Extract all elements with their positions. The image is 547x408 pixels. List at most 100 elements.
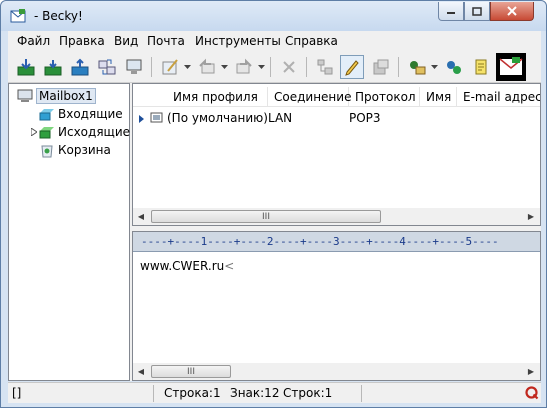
tree-item-label: Корзина (58, 143, 111, 157)
minimize-button[interactable] (438, 2, 464, 21)
cell-connection[interactable]: LAN (268, 111, 292, 125)
status-line: Строка:1 (164, 386, 221, 400)
column-header-profile-name[interactable]: Имя профиля (167, 87, 268, 107)
scrollbar-thumb[interactable]: III (151, 365, 231, 378)
menu-file[interactable]: Файл (17, 34, 50, 48)
menu-mail[interactable]: Почта (147, 34, 185, 48)
mail-logo-icon (499, 57, 523, 75)
window-title: - Becky! (34, 9, 83, 23)
account-button[interactable] (405, 55, 429, 79)
quote-mode-icon[interactable] (525, 386, 539, 400)
reply-button[interactable] (195, 55, 219, 79)
scroll-left-icon[interactable]: ◀ (136, 366, 146, 376)
maximize-button[interactable] (464, 2, 490, 21)
chevron-down-icon[interactable] (184, 65, 191, 70)
chevron-down-icon[interactable] (431, 65, 438, 70)
menu-help[interactable]: Справка (285, 34, 338, 48)
chevron-down-icon[interactable] (221, 65, 228, 70)
inbox-down-icon (17, 59, 35, 76)
menu-tools[interactable]: Инструменты (195, 34, 281, 48)
toolbar-separator (306, 57, 307, 77)
cell-protocol[interactable]: POP3 (349, 111, 381, 125)
tree-item-outbox[interactable]: Исходящие (39, 123, 130, 141)
menu-bar: Файл Правка Вид Почта Инструменты Справк… (8, 31, 541, 51)
delete-button[interactable] (277, 55, 301, 79)
send-receive-icon (98, 59, 116, 75)
editor-horizontal-scrollbar[interactable]: ◀ III ▶ (133, 363, 540, 380)
cell-profile-name[interactable]: (По умолчанию) (167, 111, 268, 125)
scroll-left-icon[interactable]: ◀ (136, 211, 146, 221)
receive-icon (44, 60, 62, 76)
profile-icon (150, 112, 163, 123)
receive-mail-button[interactable] (41, 55, 65, 79)
outbox-folder-icon (39, 127, 54, 139)
status-separator (361, 385, 362, 402)
inbox-folder-icon (39, 109, 54, 121)
tree-icon (317, 59, 333, 75)
gear-icon (447, 61, 461, 74)
main-content: Mailbox1 Входящие Исходящие Корзина Имя … (8, 83, 541, 381)
toolbar (8, 51, 541, 83)
computer-icon (17, 89, 33, 102)
monitor-icon (126, 59, 142, 74)
edit-mode-button[interactable] (340, 55, 364, 79)
online-button[interactable] (122, 55, 146, 79)
editor-text: www.CWER.ru (140, 259, 225, 273)
close-button[interactable] (490, 2, 534, 21)
app-window: - Becky! Файл Правка Вид Почта Инструмен… (0, 0, 547, 408)
column-header-connection[interactable]: Соединение (268, 87, 351, 107)
list-header: Имя профиля Соединение Протокол Имя E-ma… (133, 87, 540, 107)
tree-item-trash[interactable]: Корзина (39, 141, 111, 159)
column-header-email[interactable]: E-mail адрес (457, 87, 540, 107)
editor-body[interactable]: www.CWER.ru< (140, 259, 234, 273)
forward-button[interactable] (232, 55, 256, 79)
status-separator (153, 385, 154, 402)
compose-icon (162, 59, 178, 75)
window-layout-button[interactable] (369, 55, 393, 79)
toolbar-separator (270, 57, 271, 77)
pencil-icon (345, 60, 359, 76)
title-bar[interactable]: - Becky! (1, 1, 546, 31)
profile-list[interactable]: Имя профиля Соединение Протокол Имя E-ma… (132, 83, 541, 226)
app-icon[interactable] (10, 8, 26, 24)
check-all-mail-button[interactable] (14, 55, 38, 79)
tree-item-label: Входящие (58, 107, 123, 121)
settings-button[interactable] (442, 55, 466, 79)
row-pointer-icon (139, 115, 144, 123)
status-bar: [] Строка:1 Знак:12 Строк:1 (8, 382, 541, 403)
new-message-button[interactable] (158, 55, 182, 79)
message-editor[interactable]: ----+----1----+----2----+----3----+----4… (132, 231, 541, 381)
delete-x-icon (283, 61, 295, 73)
menu-edit[interactable]: Правка (59, 34, 105, 48)
scrollbar-thumb[interactable]: III (151, 210, 381, 223)
menu-view[interactable]: Вид (114, 34, 138, 48)
send-mail-button[interactable] (68, 55, 92, 79)
close-icon (507, 6, 517, 16)
mailbox-tree[interactable]: Mailbox1 Входящие Исходящие Корзина (8, 83, 130, 381)
account-icon (410, 61, 426, 75)
notes-button[interactable] (469, 55, 493, 79)
chevron-down-icon[interactable] (258, 65, 265, 70)
forward-icon (236, 58, 252, 74)
scroll-right-icon[interactable]: ▶ (526, 211, 536, 221)
ruler: ----+----1----+----2----+----3----+----4… (133, 232, 540, 252)
tree-view-button[interactable] (313, 55, 337, 79)
list-horizontal-scrollbar[interactable]: ◀ III ▶ (133, 208, 540, 225)
scroll-right-icon[interactable]: ▶ (526, 366, 536, 376)
expand-arrow-icon[interactable] (31, 128, 37, 136)
toolbar-separator (151, 57, 152, 77)
tree-item-mailbox[interactable]: Mailbox1 (17, 87, 96, 105)
becky-logo-button[interactable] (496, 53, 526, 81)
send-icon (71, 58, 89, 76)
status-left: [] (12, 386, 22, 400)
minimize-icon (447, 12, 455, 14)
toolbar-separator (398, 57, 399, 77)
note-icon (475, 59, 487, 75)
column-header-name[interactable]: Имя (420, 87, 457, 107)
send-receive-button[interactable] (95, 55, 119, 79)
status-chars: Знак:12 (230, 386, 280, 400)
status-lines: Строк:1 (283, 386, 333, 400)
column-header-protocol[interactable]: Протокол (349, 87, 420, 107)
tree-item-inbox[interactable]: Входящие (39, 105, 123, 123)
caret-mark: < (224, 259, 235, 273)
